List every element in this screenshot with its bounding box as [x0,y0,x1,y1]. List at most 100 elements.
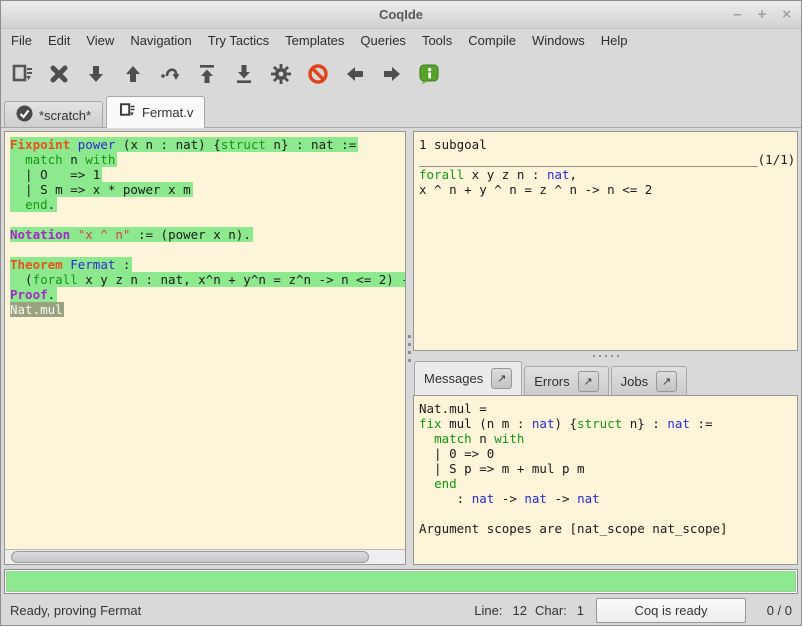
main-area: Fixpoint power (x n : nat) {struct n} : … [1,128,801,565]
tab-fermat[interactable]: Fermat.v [106,96,205,128]
code-line: | 0 => 0 [419,446,797,461]
messages-pane[interactable]: Nat.mul =fix mul (n m : nat) {struct n} … [413,395,798,565]
menu-item-templates[interactable]: Templates [277,31,352,50]
go-to-cursor-icon [158,62,182,86]
menu-item-windows[interactable]: Windows [524,31,593,50]
coq-state-indicator: Coq is ready [596,598,746,623]
status-right: Line: 12 Char: 1 Coq is ready 0 / 0 [474,598,792,623]
about-button[interactable] [416,61,442,87]
menu-item-compile[interactable]: Compile [460,31,524,50]
status-message: Ready, proving Fermat [10,603,474,618]
line-value: 12 [513,603,527,618]
code-line: Proof. [10,287,405,302]
detach-messages-button[interactable]: ↗ [491,368,512,389]
progress-bar [4,569,798,594]
code-line [10,212,405,227]
tab-jobs[interactable]: Jobs ↗ [611,366,687,395]
goto-start-button[interactable] [194,61,220,87]
code-line: end. [10,197,405,212]
menu-item-help[interactable]: Help [593,31,636,50]
previous-button[interactable] [342,61,368,87]
tab-label: Jobs [621,374,648,389]
detach-errors-button[interactable]: ↗ [578,371,599,392]
code-line: 1 subgoal [419,137,797,152]
tab-messages[interactable]: Messages ↗ [414,361,522,395]
tab-label: Fermat.v [142,105,193,120]
code-line [10,242,405,257]
detach-jobs-button[interactable]: ↗ [656,371,677,392]
code-line: Theorem Fermat : [10,257,405,272]
menubar: FileEditViewNavigationTry TacticsTemplat… [1,29,801,52]
close-file-button[interactable] [46,61,72,87]
check-circle-icon [16,105,33,125]
minimize-button[interactable]: – [733,7,741,22]
goto-end-button[interactable] [231,61,257,87]
code-line: | O => 1 [10,167,405,182]
code-line: Nat.mul = [419,401,797,416]
message-tabbar: Messages ↗ Errors ↗ Jobs ↗ [413,361,798,395]
detach-arrow-icon: ↗ [497,372,506,385]
menu-item-tools[interactable]: Tools [414,31,460,50]
line-label: Line: [474,603,502,618]
save-button[interactable] [9,61,35,87]
code-line: fix mul (n m : nat) {struct n} : nat := [419,416,797,431]
horizontal-scrollbar[interactable] [5,549,405,564]
arrow-up-icon [121,62,145,86]
code-line: Fixpoint power (x n : nat) {struct n} : … [10,137,405,152]
code-line: match n with [419,431,797,446]
menu-item-navigation[interactable]: Navigation [122,31,199,50]
tab-label: Errors [534,374,569,389]
code-line [419,506,797,521]
close-button[interactable]: × [782,7,791,22]
goals-pane[interactable]: 1 subgoal_______________________________… [413,131,798,351]
code-line: (forall x y z n : nat, x^n + y^n = z^n -… [10,272,405,287]
tab-errors[interactable]: Errors ↗ [524,366,608,395]
job-counts: 0 / 0 [758,603,792,618]
code-line: Argument scopes are [nat_scope nat_scope… [419,521,797,536]
save-icon [118,102,136,123]
code-line: ________________________________________… [419,152,797,167]
coqide-window: CoqIde – + × FileEditViewNavigationTry T… [0,0,802,626]
menu-item-view[interactable]: View [78,31,122,50]
scrollbar-thumb[interactable] [11,551,369,563]
arrow-down-to-bar-icon [232,62,256,86]
code-line: end [419,476,797,491]
tab-label: Messages [424,371,483,386]
tab-label: *scratch* [39,108,91,123]
menu-item-try-tactics[interactable]: Try Tactics [200,31,277,50]
step-backward-button[interactable] [120,61,146,87]
gear-icon [269,62,293,86]
interrupt-button[interactable] [305,61,331,87]
window-title: CoqIde [379,7,423,22]
menu-item-queries[interactable]: Queries [352,31,414,50]
close-icon [47,62,71,86]
toolbar [1,52,801,95]
code-line: | S m => x * power x m [10,182,405,197]
code-line: : nat -> nat -> nat [419,491,797,506]
step-forward-button[interactable] [83,61,109,87]
next-button[interactable] [379,61,405,87]
tab-scratch[interactable]: *scratch* [4,101,103,128]
goto-cursor-button[interactable] [157,61,183,87]
arrow-right-icon [380,62,404,86]
menu-item-edit[interactable]: Edit [40,31,78,50]
document-tabbar: *scratch* Fermat.v [1,95,801,128]
code-line: Nat.mul [10,302,405,317]
no-entry-icon [306,62,330,86]
code-line: | S p => m + mul p m [419,461,797,476]
preferences-button[interactable] [268,61,294,87]
char-label: Char: [535,603,567,618]
script-editor[interactable]: Fixpoint power (x n : nat) {struct n} : … [5,132,405,549]
vertical-splitter[interactable] [406,131,413,565]
code-line: match n with [10,152,405,167]
char-value: 1 [577,603,584,618]
horizontal-splitter[interactable] [413,351,798,361]
right-column: 1 subgoal_______________________________… [413,131,798,565]
arrow-up-to-bar-icon [195,62,219,86]
titlebar[interactable]: CoqIde – + × [1,1,801,29]
menu-item-file[interactable]: File [3,31,40,50]
script-pane: Fixpoint power (x n : nat) {struct n} : … [4,131,406,565]
code-line: x ^ n + y ^ n = z ^ n -> n <= 2 [419,182,797,197]
statusbar: Ready, proving Fermat Line: 12 Char: 1 C… [1,595,801,625]
maximize-button[interactable]: + [757,7,766,22]
